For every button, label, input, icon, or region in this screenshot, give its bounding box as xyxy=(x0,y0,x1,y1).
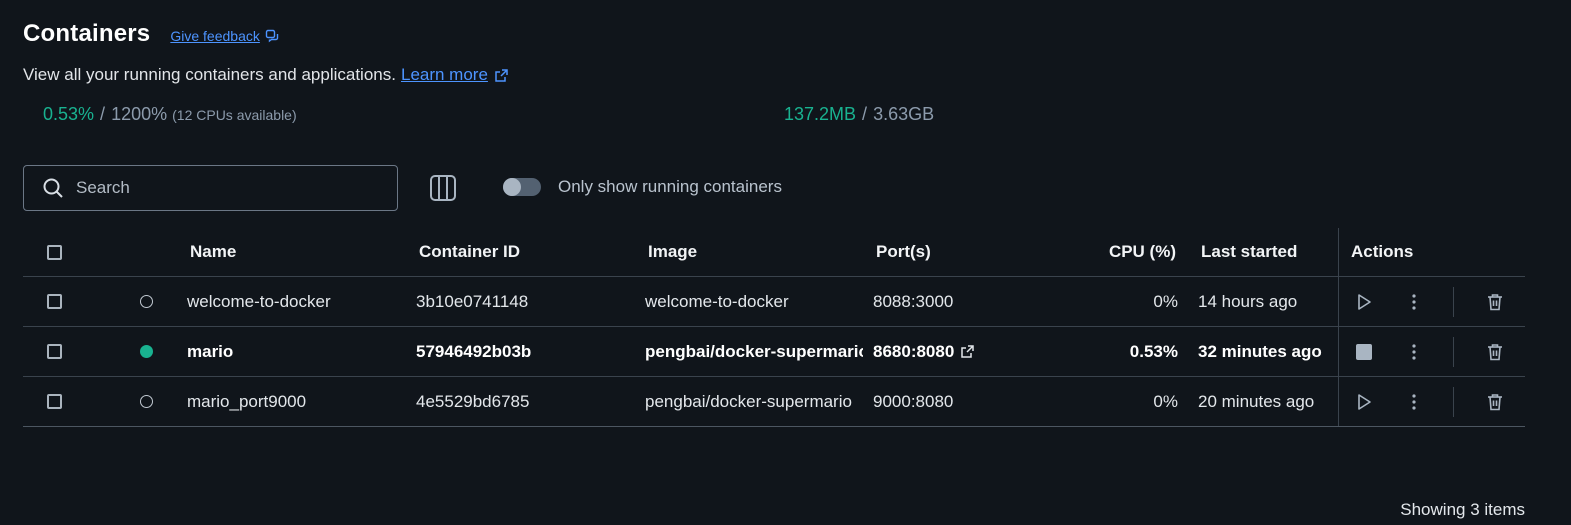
give-feedback-link[interactable]: Give feedback xyxy=(170,28,279,44)
external-link-icon xyxy=(961,345,975,358)
start-button[interactable] xyxy=(1352,290,1376,314)
container-id: 57946492b03b xyxy=(416,341,532,361)
status-indicator-stopped xyxy=(140,395,153,408)
play-icon xyxy=(1358,394,1371,410)
container-last-started: 20 minutes ago xyxy=(1198,391,1315,411)
more-options-button[interactable] xyxy=(1402,340,1426,364)
container-name[interactable]: mario xyxy=(187,327,233,376)
cpu-total: 1200% xyxy=(111,104,168,124)
trash-icon xyxy=(1488,294,1502,311)
container-ports: 9000:8080 xyxy=(873,391,954,411)
delete-button[interactable] xyxy=(1483,340,1507,364)
container-image[interactable]: pengbai/docker-supermario xyxy=(645,377,863,426)
search-icon xyxy=(43,178,63,198)
stop-button[interactable] xyxy=(1352,340,1376,364)
search-input[interactable] xyxy=(76,178,356,198)
search-box[interactable] xyxy=(23,165,398,211)
action-separator xyxy=(1453,287,1454,317)
mem-used: 137.2MB xyxy=(784,104,857,124)
cpu-note: (12 CPUs available) xyxy=(172,107,297,123)
status-indicator-running xyxy=(140,345,153,358)
column-header-image[interactable]: Image xyxy=(648,228,697,276)
column-settings-button[interactable] xyxy=(429,174,457,207)
page-title: Containers xyxy=(23,20,151,47)
container-name[interactable]: mario_port9000 xyxy=(187,377,306,426)
mem-separator: / xyxy=(862,104,868,124)
feedback-icon xyxy=(265,29,279,43)
containers-table: Name Container ID Image Port(s) CPU (%) … xyxy=(23,228,1525,427)
columns-icon xyxy=(430,175,456,201)
more-options-button[interactable] xyxy=(1402,390,1426,414)
action-separator xyxy=(1453,387,1454,417)
trash-icon xyxy=(1488,344,1502,361)
container-ports: 8680:8080 xyxy=(873,341,955,361)
running-only-toggle-label: Only show running containers xyxy=(558,177,782,196)
learn-more-label: Learn more xyxy=(400,65,488,84)
page-description: View all your running containers and app… xyxy=(23,65,509,85)
row-checkbox[interactable] xyxy=(47,394,62,409)
column-header-container-id[interactable]: Container ID xyxy=(419,228,520,276)
container-image[interactable]: pengbai/docker-supermario xyxy=(645,327,863,376)
table-header-row: Name Container ID Image Port(s) CPU (%) … xyxy=(23,228,1525,277)
give-feedback-label: Give feedback xyxy=(170,28,260,44)
column-header-actions: Actions xyxy=(1351,242,1414,261)
cpu-usage-stat: 0.53% / 1200% (12 CPUs available) xyxy=(43,104,297,125)
container-image[interactable]: welcome-to-docker xyxy=(645,277,863,326)
item-count: Showing 3 items xyxy=(1400,500,1525,519)
container-last-started: 14 hours ago xyxy=(1198,291,1298,311)
more-vertical-icon xyxy=(1412,294,1416,310)
more-vertical-icon xyxy=(1412,344,1416,360)
column-header-cpu[interactable]: CPU (%) xyxy=(1083,228,1176,276)
container-id: 4e5529bd6785 xyxy=(416,391,530,411)
container-id: 3b10e0741148 xyxy=(416,291,529,311)
delete-button[interactable] xyxy=(1483,290,1507,314)
action-separator xyxy=(1453,337,1454,367)
containers-page: Containers Give feedback View all your r… xyxy=(0,0,1571,525)
row-checkbox[interactable] xyxy=(47,344,62,359)
stop-icon xyxy=(1356,344,1372,360)
container-name[interactable]: welcome-to-docker xyxy=(187,277,331,326)
learn-more-link[interactable]: Learn more xyxy=(401,65,509,85)
more-vertical-icon xyxy=(1412,394,1416,410)
memory-usage-stat: 137.2MB / 3.63GB xyxy=(784,104,934,125)
running-only-toggle[interactable] xyxy=(503,178,541,196)
column-header-ports[interactable]: Port(s) xyxy=(876,228,931,276)
container-ports: 8088:3000 xyxy=(873,291,954,311)
toggle-knob xyxy=(503,178,521,196)
trash-icon xyxy=(1488,394,1502,411)
start-button[interactable] xyxy=(1352,390,1376,414)
delete-button[interactable] xyxy=(1483,390,1507,414)
mem-total: 3.63GB xyxy=(873,104,935,124)
row-checkbox[interactable] xyxy=(47,294,62,309)
container-last-started: 32 minutes ago xyxy=(1198,341,1322,361)
play-icon xyxy=(1358,294,1371,310)
container-cpu: 0% xyxy=(1153,391,1178,411)
column-header-name[interactable]: Name xyxy=(190,228,236,276)
more-options-button[interactable] xyxy=(1402,290,1426,314)
container-cpu: 0% xyxy=(1153,291,1178,311)
column-header-last-started[interactable]: Last started xyxy=(1201,228,1297,276)
title-row: Containers Give feedback xyxy=(23,20,279,48)
cpu-used: 0.53% xyxy=(43,104,95,124)
description-text: View all your running containers and app… xyxy=(23,65,396,84)
container-cpu: 0.53% xyxy=(1129,341,1178,361)
table-row[interactable]: mario_port9000 4e5529bd6785 pengbai/dock… xyxy=(23,377,1525,427)
cpu-separator: / xyxy=(100,104,106,124)
select-all-checkbox[interactable] xyxy=(47,244,62,260)
status-indicator-stopped xyxy=(140,295,153,308)
external-link-icon xyxy=(495,68,508,82)
table-row[interactable]: mario 57946492b03b pengbai/docker-superm… xyxy=(23,327,1525,377)
table-row[interactable]: welcome-to-docker 3b10e0741148 welcome-t… xyxy=(23,277,1525,327)
container-ports-link[interactable]: 8680:8080 xyxy=(873,327,975,376)
